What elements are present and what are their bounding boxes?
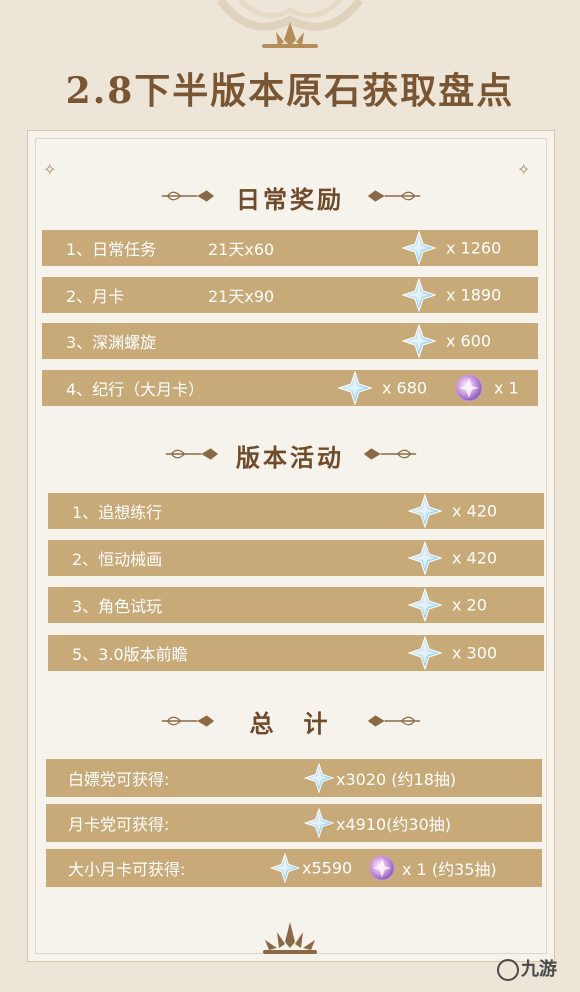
row-days: 21天x60 [208, 240, 275, 259]
row-label: 3、深渊螺旋 [66, 333, 157, 352]
section-heading-events: 版本活动 [236, 443, 344, 472]
event-row: 5、3.0版本前瞻 x 300 [48, 635, 544, 671]
intertwined-fate-icon [454, 373, 484, 403]
total-row: 大小月卡可获得: x5590 x 1 (约35抽) [46, 849, 542, 887]
flourish-right-icon [362, 444, 418, 464]
total-row: 白嫖党可获得: x3020 (约18抽) [46, 759, 542, 797]
primogem-icon [402, 278, 436, 312]
logo-mark-icon [497, 959, 519, 981]
row-amount: x 20 [452, 595, 487, 615]
primogem-icon [408, 588, 442, 622]
row-label: 白嫖党可获得: [68, 770, 170, 789]
flourish-right-icon [366, 711, 422, 731]
primogem-icon [270, 853, 300, 883]
row-amount: x 420 [452, 501, 498, 521]
primogem-icon [402, 324, 436, 358]
daily-row: 4、纪行（大月卡） x 680 x 1 [42, 370, 538, 406]
flourish-right-icon [366, 186, 422, 206]
event-row: 3、角色试玩 x 20 [48, 587, 544, 623]
intertwined-fate-icon [368, 854, 396, 882]
primogem-icon [408, 541, 442, 575]
site-logo: 九游 [497, 955, 557, 981]
primogem-icon [408, 636, 442, 670]
section-heading-total: 总 计 [249, 709, 331, 738]
row-label: 5、3.0版本前瞻 [72, 645, 188, 664]
row-amount: x 600 [446, 331, 492, 351]
row-label: 2、恒动械画 [72, 550, 163, 569]
row-label: 月卡党可获得: [68, 815, 170, 834]
primogem-icon [408, 494, 442, 528]
row-extra-amount: x 1 [494, 378, 519, 398]
corner-star-icon: ✧ [517, 160, 531, 179]
daily-row: 1、日常任务 21天x60 x 1260 [42, 230, 538, 266]
section-heading-daily: 日常奖励 [236, 185, 344, 214]
daily-row: 2、月卡 21天x90 x 1890 [42, 277, 538, 313]
row-amount: x 680 [382, 378, 428, 398]
primogem-icon [304, 763, 334, 793]
row-label: 3、角色试玩 [72, 597, 163, 616]
row-label: 4、纪行（大月卡） [66, 380, 205, 399]
page-title: 2.8下半版本原石获取盘点 [65, 70, 515, 112]
row-label: 大小月卡可获得: [68, 860, 186, 879]
bottom-crest-decoration [263, 922, 317, 954]
corner-star-icon: ✧ [43, 160, 57, 179]
row-label: 1、日常任务 [66, 240, 157, 259]
row-amount: x 300 [452, 643, 498, 663]
row-amount: x 1890 [446, 285, 502, 305]
total-row: 月卡党可获得: x4910(约30抽) [46, 804, 542, 842]
event-row: 1、追想练行 x 420 [48, 493, 544, 529]
primogem-icon [304, 808, 334, 838]
row-amount: x4910(约30抽) [336, 815, 452, 834]
logo-text: 九游 [521, 959, 557, 980]
primogem-icon [402, 231, 436, 265]
row-label: 1、追想练行 [72, 503, 163, 522]
primogem-icon [338, 371, 372, 405]
row-amount: x3020 (约18抽) [336, 770, 457, 789]
row-amount: x5590 [302, 858, 353, 878]
row-extra-amount: x 1 (约35抽) [402, 860, 497, 879]
top-crest-decoration [216, 0, 364, 48]
event-row: 2、恒动械画 x 420 [48, 540, 544, 576]
row-amount: x 420 [452, 548, 498, 568]
row-label: 2、月卡 [66, 287, 125, 306]
row-amount: x 1260 [446, 238, 502, 258]
row-days: 21天x90 [208, 287, 275, 306]
daily-row: 3、深渊螺旋 x 600 [42, 323, 538, 359]
